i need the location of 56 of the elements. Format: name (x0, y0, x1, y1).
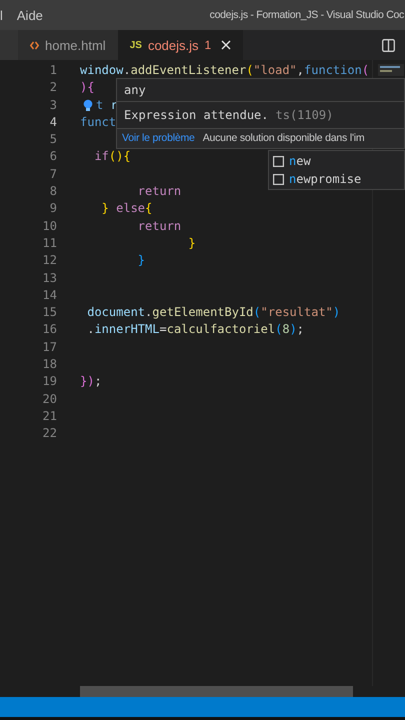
type-text: any (117, 79, 404, 102)
window-title: codejs.js - Formation_JS - Visual Studio Coc (210, 9, 404, 21)
no-fix-note: Aucune solution disponible dans l'im (202, 132, 364, 144)
error-message: Expression attendue. (124, 108, 268, 122)
line-number: 12 (42, 252, 57, 270)
code-line: window.addEventListener("load",function( (80, 62, 370, 79)
code-line: document.getElementById("resultat") (86, 304, 340, 322)
line-number: 4 (48, 114, 57, 131)
code-line: } (136, 252, 146, 270)
line-number: 13 (42, 270, 57, 287)
line-number: 18 (42, 356, 57, 374)
code-line: return (136, 183, 182, 200)
line-number: 10 (42, 218, 57, 235)
line-number: 16 (42, 321, 57, 338)
code-line: }); (80, 373, 102, 390)
line-number: 9 (48, 200, 57, 218)
line-number: 21 (42, 408, 57, 425)
line-number: 3 (48, 96, 57, 114)
line-number: 20 (42, 390, 57, 408)
code-line: funct (80, 114, 116, 131)
line-number: 14 (42, 286, 57, 304)
suggestion-item[interactable]: new (269, 152, 404, 170)
error-code: ts(1109) (276, 108, 334, 122)
editor-tab[interactable]: JS codejs.js 1 (118, 30, 244, 60)
line-number: 17 (42, 338, 57, 356)
snippet-icon (273, 174, 284, 184)
view-problem-link[interactable]: Voir le problème (122, 132, 195, 144)
line-number: 7 (48, 166, 57, 183)
line-number: 8 (48, 183, 57, 200)
line-number: 6 (48, 148, 57, 166)
js-file-icon: JS (130, 40, 142, 50)
scrollbar-thumb[interactable] (80, 686, 353, 697)
split-editor-icon[interactable] (382, 38, 395, 52)
menu-item[interactable]: l (0, 8, 3, 22)
code-icon (30, 40, 39, 50)
line-number: 15 (42, 304, 57, 322)
line-number: 2 (48, 79, 57, 96)
line-number: 1 (48, 62, 57, 79)
line-number: 5 (48, 131, 57, 148)
close-icon[interactable] (221, 40, 232, 50)
line-number: 11 (42, 234, 57, 252)
menu-item[interactable]: Aide (16, 8, 43, 22)
code-line: ){ (80, 79, 94, 96)
snippet-icon (273, 156, 284, 166)
code-line: } else{ (100, 200, 152, 218)
code-line: if(){ (93, 148, 131, 166)
editor-tab[interactable]: home.html (18, 30, 118, 60)
code-line: .innerHTML=calculfactoriel(8); (86, 321, 304, 338)
minimap-drawing (378, 64, 404, 76)
lightbulb-icon[interactable] (82, 98, 95, 112)
line-number: 22 (42, 425, 57, 442)
code-line: return (136, 218, 182, 235)
code-line: } (187, 234, 196, 252)
problem-count: 1 (204, 38, 212, 52)
line-number: 19 (42, 373, 57, 390)
suggestion-item[interactable]: newpromise (269, 170, 404, 188)
